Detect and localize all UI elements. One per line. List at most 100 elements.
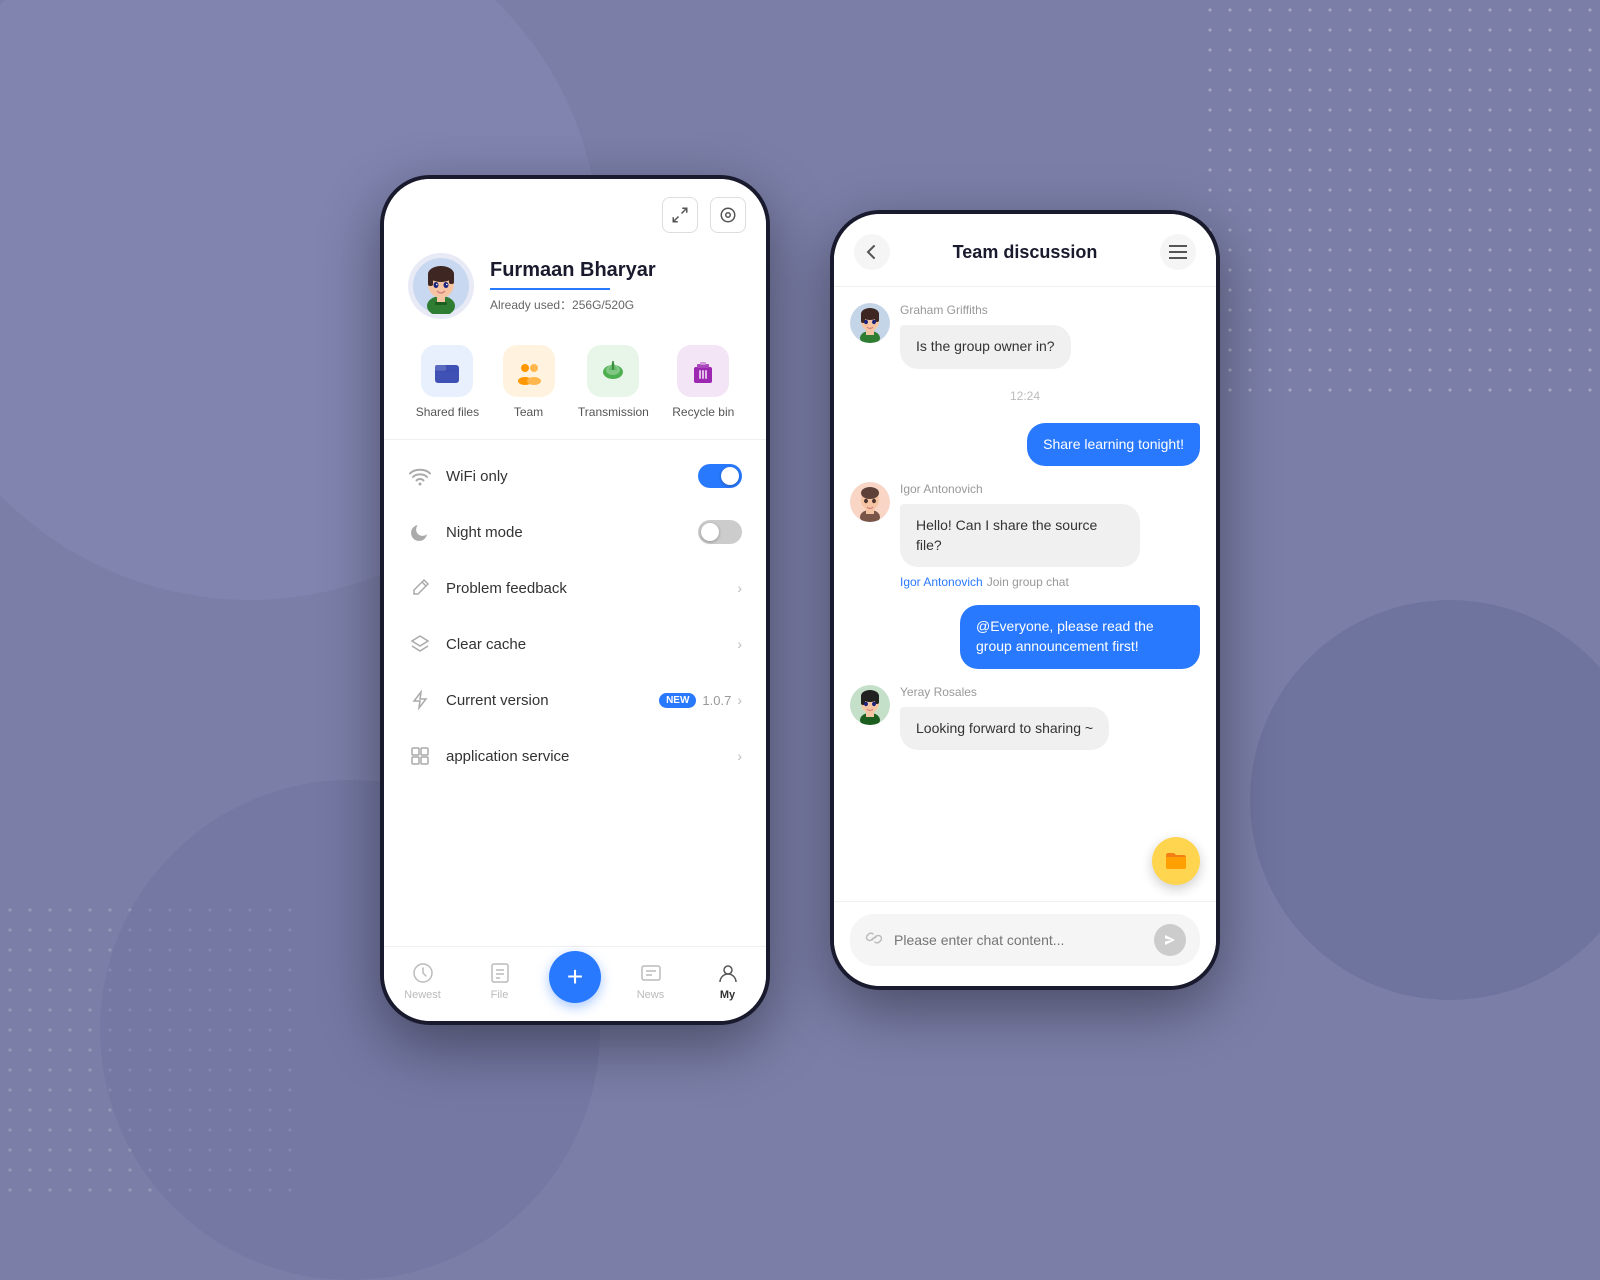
bolt-icon [408,688,432,712]
shared-files-label: Shared files [416,405,479,419]
menu-item-night[interactable]: Night mode [384,504,766,560]
chat-input-row [850,914,1200,966]
new-badge: NEW [659,693,696,708]
wifi-toggle-knob [721,467,739,485]
msg-5-bubble: @Everyone, please read the group announc… [960,605,1200,668]
settings-icon-button[interactable] [710,197,746,233]
join-name: Igor Antonovich [900,575,983,589]
service-label: application service [446,748,723,765]
wifi-toggle-wrap [698,464,742,488]
grid-icon [408,744,432,768]
wifi-icon [408,464,432,488]
message-1: Graham Griffiths Is the group owner in? [850,303,1200,369]
msg-3-bubble: Share learning tonight! [1027,423,1200,467]
night-toggle[interactable] [698,520,742,544]
profile-screen: Furmaan Bharyar Already used：256G/520G [384,179,766,1021]
send-button[interactable] [1154,924,1186,956]
nav-newest[interactable]: Newest [395,961,450,1001]
version-right: NEW 1.0.7 › [659,692,742,708]
add-button[interactable]: + [549,951,601,1003]
menu-item-service[interactable]: application service › [384,728,766,784]
nav-my[interactable]: My [700,961,755,1001]
action-transmission[interactable]: Transmission [578,345,649,419]
newest-label: Newest [404,989,441,1001]
chevron-icon: › [737,636,742,652]
menu-item-feedback[interactable]: Problem feedback › [384,560,766,616]
dots-decoration-bottom-left [0,900,300,1200]
nav-file[interactable]: File [472,961,527,1001]
message-3: Share learning tonight! [850,423,1200,467]
wifi-toggle[interactable] [698,464,742,488]
recycle-bin-label: Recycle bin [672,405,734,419]
yeray-avatar [850,685,890,725]
chevron-icon: › [737,580,742,596]
news-icon [639,961,663,985]
msg-time: 12:24 [850,389,1200,403]
igor-avatar [850,482,890,522]
profile-toolbar [384,179,766,243]
profile-header: Furmaan Bharyar Already used：256G/520G [384,243,766,335]
file-label: File [491,989,509,1001]
menu-item-cache[interactable]: Clear cache › [384,616,766,672]
join-text: Join group chat [987,575,1069,589]
team-label: Team [514,405,543,419]
link-icon[interactable] [864,928,884,953]
cache-arrow: › [737,636,742,652]
profile-info: Furmaan Bharyar Already used：256G/520G [490,259,742,313]
chat-messages: Graham Griffiths Is the group owner in? … [834,287,1216,901]
feedback-label: Problem feedback [446,580,723,597]
action-team[interactable]: Team [503,345,555,419]
menu-list: WiFi only Night mode [384,440,766,946]
profile-storage: Already used：256G/520G [490,296,742,313]
quick-actions: Shared files Team [384,335,766,440]
msg-3-content: Share learning tonight! [1027,423,1200,467]
chat-header: Team discussion [834,214,1216,287]
msg-4-content: Igor Antonovich Hello! Can I share the s… [900,482,1140,589]
menu-item-version[interactable]: Current version NEW 1.0.7 › [384,672,766,728]
profile-name: Furmaan Bharyar [490,259,742,282]
message-6: Yeray Rosales Looking forward to sharing… [850,685,1200,751]
chat-title: Team discussion [902,242,1148,263]
msg-1-bubble: Is the group owner in? [900,325,1071,369]
news-label: News [637,989,665,1001]
moon-icon [408,520,432,544]
msg-1-sender: Graham Griffiths [900,303,1071,317]
left-phone: Furmaan Bharyar Already used：256G/520G [380,175,770,1025]
profile-underline [490,288,610,290]
msg-6-sender: Yeray Rosales [900,685,1109,699]
right-phone: Team discussion [830,210,1220,990]
service-arrow: › [737,748,742,764]
transmission-label: Transmission [578,405,649,419]
msg-5-content: @Everyone, please read the group announc… [960,605,1200,668]
float-folder-button[interactable] [1152,837,1200,885]
night-toggle-wrap [698,520,742,544]
newest-icon [411,961,435,985]
action-shared-files[interactable]: Shared files [416,345,479,419]
graham-avatar [850,303,890,343]
expand-icon-button[interactable] [662,197,698,233]
transmission-icon [587,345,639,397]
my-icon [716,961,740,985]
join-notice: Igor Antonovich Join group chat [900,575,1140,589]
msg-4-bubble: Hello! Can I share the source file? [900,504,1140,567]
pencil-icon [408,576,432,600]
back-button[interactable] [854,234,890,270]
msg-6-content: Yeray Rosales Looking forward to sharing… [900,685,1109,751]
chat-menu-button[interactable] [1160,234,1196,270]
chat-screen: Team discussion [834,214,1216,986]
my-label: My [720,989,735,1001]
recycle-bin-icon [677,345,729,397]
file-icon [488,961,512,985]
wifi-label: WiFi only [446,468,684,485]
chat-input-area [834,901,1216,986]
avatar [408,253,474,319]
version-number: 1.0.7 [702,693,731,708]
chat-input-field[interactable] [894,932,1144,948]
action-recycle-bin[interactable]: Recycle bin [672,345,734,419]
msg-6-bubble: Looking forward to sharing ~ [900,707,1109,751]
shared-files-icon [421,345,473,397]
menu-item-wifi[interactable]: WiFi only [384,448,766,504]
message-4: Igor Antonovich Hello! Can I share the s… [850,482,1200,589]
nav-news[interactable]: News [623,961,678,1001]
night-mode-label: Night mode [446,524,684,541]
